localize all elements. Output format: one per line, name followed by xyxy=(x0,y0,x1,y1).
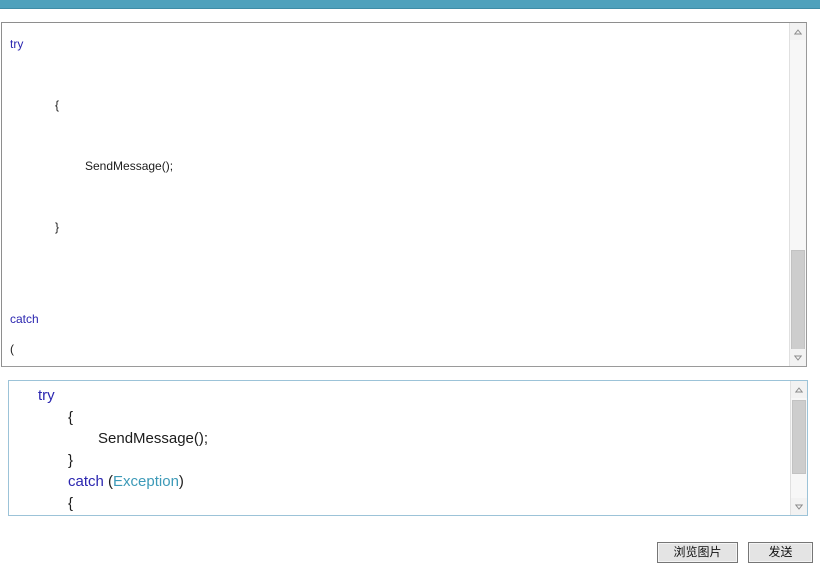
code-token: SendMessage(); xyxy=(85,159,174,173)
chevron-down-icon[interactable] xyxy=(790,349,806,366)
code-token: try xyxy=(10,37,24,51)
code-token: { xyxy=(68,408,74,426)
code-token: } xyxy=(55,220,60,234)
code-line: { xyxy=(9,407,790,429)
chevron-up-icon[interactable] xyxy=(790,23,806,40)
code-token: SendMessage(); xyxy=(98,430,209,447)
compose-editor-viewport[interactable]: try{SendMessage();} catch (Exception){ xyxy=(9,381,790,515)
received-code-block: try { SendMessage(); } catch(Exception){… xyxy=(2,23,789,366)
code-token: catch xyxy=(68,473,104,490)
code-line: SendMessage(); xyxy=(9,428,790,450)
compose-scrollbar[interactable] xyxy=(790,381,807,515)
code-token: { xyxy=(55,98,60,112)
code-line: } xyxy=(2,212,789,243)
code-line: catch xyxy=(2,304,789,335)
code-line: } xyxy=(9,450,790,472)
compose-code-block[interactable]: try{SendMessage();} catch (Exception){ xyxy=(9,381,790,515)
code-token: catch xyxy=(10,311,39,326)
code-line: { xyxy=(2,90,789,121)
code-token: ) xyxy=(178,473,184,490)
code-token: Exception xyxy=(113,473,179,490)
browse-image-button[interactable]: 浏览图片 xyxy=(657,542,738,563)
code-line: { xyxy=(9,493,790,515)
chevron-down-icon[interactable] xyxy=(791,498,807,515)
chevron-up-icon[interactable] xyxy=(791,381,807,398)
code-line: ( xyxy=(2,334,789,365)
code-token: { xyxy=(68,494,74,512)
app-root: try { SendMessage(); } catch ( Exception) {… xyxy=(0,0,820,570)
received-scrollbar-thumb[interactable] xyxy=(791,250,805,356)
compose-message-panel[interactable]: try{SendMessage();} catch (Exception){ xyxy=(8,380,808,516)
accent-bar xyxy=(0,0,820,9)
compose-scrollbar-track[interactable] xyxy=(791,398,807,498)
received-message-viewport[interactable]: try { SendMessage(); } catch(Exception){… xyxy=(2,23,789,366)
code-line: SendMessage(); xyxy=(2,151,789,182)
send-button[interactable]: 发送 xyxy=(748,542,813,563)
compose-scrollbar-thumb[interactable] xyxy=(792,400,806,474)
code-line: try xyxy=(9,385,790,407)
code-line: try xyxy=(2,29,789,60)
code-token: } xyxy=(68,451,74,469)
received-scrollbar-track[interactable] xyxy=(790,40,806,356)
code-token: try xyxy=(38,387,55,404)
code-line: Exception xyxy=(2,365,789,367)
received-scrollbar[interactable] xyxy=(789,23,806,366)
code-line: catch (Exception) xyxy=(9,471,790,493)
code-token: ( xyxy=(10,342,14,356)
received-message-panel[interactable]: try { SendMessage(); } catch(Exception){… xyxy=(1,22,807,367)
action-button-row: 浏览图片 发送 xyxy=(0,540,820,570)
